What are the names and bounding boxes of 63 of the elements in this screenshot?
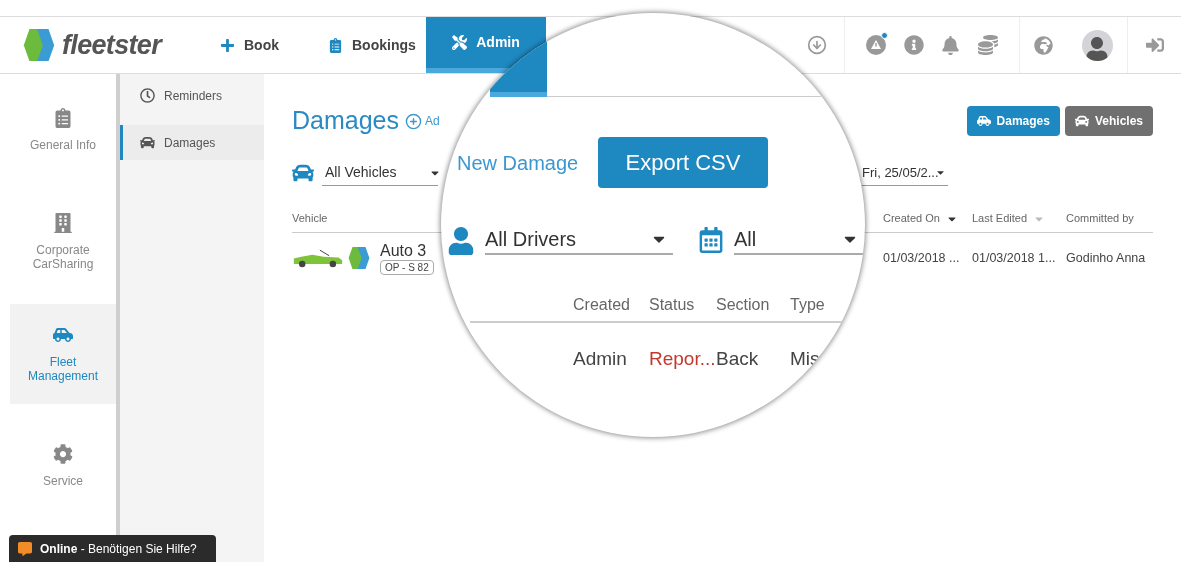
table-cell-text: 01/03/2018 1... [972, 249, 1057, 267]
add-link[interactable]: Ad [405, 112, 440, 130]
column-header: Committed by [1066, 211, 1134, 227]
logo-text: fleetster [62, 28, 161, 62]
sidebar-item[interactable]: Service [10, 416, 116, 516]
column-header: Created [573, 295, 631, 315]
new-damage-link[interactable]: New Damage [457, 147, 598, 178]
chat-status: Online - Benötigen Sie Hilfe? [40, 540, 197, 558]
warning-icon[interactable] [865, 35, 886, 55]
globe-icon[interactable] [1034, 35, 1054, 55]
subnav-item[interactable]: Reminders [120, 78, 264, 113]
plus-icon [220, 37, 235, 53]
view-toggle-button[interactable]: Vehicles [1064, 106, 1153, 136]
nav-tab[interactable]: Bookings [315, 17, 426, 73]
page-title: Damages [292, 105, 399, 137]
tools-icon [452, 35, 468, 50]
table-cell-text: Repor... [649, 347, 716, 371]
license-plate: OP - S 82 [380, 259, 434, 275]
gear-icon [53, 444, 73, 464]
table-cell-text: Admin [573, 347, 628, 371]
chat-widget[interactable]: Online - Benötigen Sie Hilfe? [9, 535, 216, 562]
column-header[interactable]: Created On [883, 210, 940, 227]
column-header[interactable]: Last Edited [972, 210, 1028, 227]
sidebar-item[interactable]: General Info [10, 80, 116, 180]
speech-bubble-icon [18, 541, 32, 556]
column-header: Section [716, 295, 771, 315]
nav-tab[interactable]: Admin [426, 17, 546, 73]
export-csv-button[interactable]: Export CSV [598, 137, 768, 188]
column-header: Vehicle [292, 211, 328, 227]
coins-icon[interactable] [978, 35, 999, 55]
download-icon[interactable] [807, 35, 827, 55]
clipboard-icon [328, 37, 343, 53]
clipboard-icon [53, 108, 73, 128]
logout-icon[interactable] [1145, 36, 1164, 54]
subnav-item[interactable]: Damages [120, 125, 264, 160]
period-dropdown[interactable]: All [734, 225, 864, 255]
info-icon[interactable] [903, 35, 924, 55]
date-dropdown[interactable]: Fri, 25/05/2... [862, 160, 948, 186]
plus-circle-icon [405, 112, 422, 130]
table-cell-text: Godinho Anna [1066, 249, 1147, 267]
nav-tab[interactable]: Book [205, 17, 315, 73]
car-icon [292, 162, 314, 184]
clock-icon [140, 88, 155, 103]
vehicle-dropdown[interactable]: All Vehicles [322, 160, 438, 186]
column-header: Type [790, 295, 825, 315]
building-icon [53, 213, 73, 233]
avatar[interactable] [1081, 29, 1113, 61]
car-icon [1074, 114, 1089, 128]
sidebar-item[interactable]: Corporate CarSharing [10, 192, 116, 292]
vehicle-name: Auto 3 [380, 241, 427, 260]
car-drawing [292, 248, 344, 268]
table-cell-text: Back [716, 347, 760, 371]
bell-icon[interactable] [941, 35, 961, 55]
calendar-icon [698, 227, 724, 253]
person-icon [447, 227, 475, 255]
sidebar-item[interactable]: Fleet Management [10, 304, 116, 404]
driver-dropdown[interactable]: All Drivers [485, 225, 673, 255]
car-icon [140, 135, 155, 150]
column-header: Status [649, 295, 696, 315]
car-icon [976, 114, 991, 128]
view-toggle-button[interactable]: Damages [966, 106, 1060, 136]
table-cell-text: 01/03/2018 ... [883, 249, 961, 267]
logo-icon [346, 246, 372, 270]
